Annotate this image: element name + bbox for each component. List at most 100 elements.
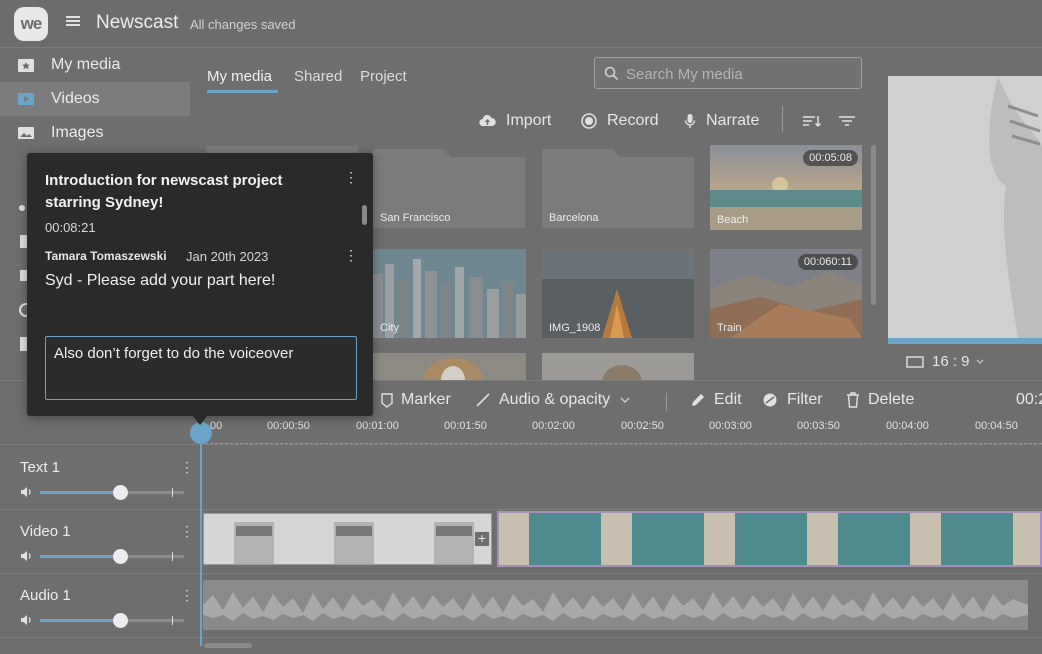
volume-icon [21,487,31,497]
volume-slider[interactable] [40,613,184,628]
cloud-upload-icon [479,115,496,127]
volume-slider[interactable] [40,549,184,564]
track-menu-icon[interactable]: ⋮ [180,588,194,602]
audio-clip[interactable] [203,580,1028,630]
media-item-label: Train [717,322,742,334]
reply-input[interactable]: Also don’t forget to do the voiceover [45,336,357,400]
audio-track-lane[interactable] [200,574,1042,638]
ruler-tick: 00:00:50 [267,420,310,432]
volume-knob[interactable] [113,613,129,628]
track-menu-icon[interactable]: ⋮ [180,524,194,538]
image-icon [18,127,34,139]
text-track-lane[interactable] [200,446,1042,510]
track-name: Video 1 [20,523,71,540]
duration-badge: 00:060:11 [797,254,858,270]
media-scrollbar[interactable] [871,145,876,305]
edit-button[interactable]: Edit [690,391,742,409]
search-input[interactable]: Search My media [594,57,862,89]
timeline-ruler[interactable]: 00 00:00:50 00:01:00 00:01:50 00:02:00 0… [200,420,1042,444]
delete-label: Delete [868,391,915,408]
record-button[interactable]: Record [581,110,659,132]
playhead-handle[interactable] [190,422,212,444]
ruler-tick: 00:04:50 [975,420,1018,432]
volume-control[interactable] [20,549,184,564]
audio-opacity-button[interactable]: Audio & opacity [475,391,638,409]
filter-list-button[interactable] [838,110,866,132]
sidebar-item-videos[interactable]: Videos [0,82,190,116]
media-item-img-1908[interactable]: IMG_1908 [542,249,694,338]
comment-text: Syd - Please add your part here! [45,272,276,289]
popup-scrollbar[interactable] [362,205,367,225]
project-title[interactable]: Newscast [96,12,178,34]
marker-button[interactable]: Marker [381,391,451,409]
track-menu-icon[interactable]: ⋮ [180,460,194,474]
tab-shared[interactable]: Shared [294,68,342,85]
filter-icon [763,393,777,407]
track-header-video: Video 1 ⋮ [0,510,200,574]
microphone-icon [684,113,696,128]
add-transition-button[interactable]: + [474,531,490,547]
volume-control[interactable] [20,613,184,628]
filter-button[interactable]: Filter [762,391,823,409]
volume-knob[interactable] [113,485,129,500]
import-label: Import [506,112,552,129]
sidebar-item-my-media[interactable]: My media [0,48,190,82]
media-item-beach[interactable]: 00:05:08 Beach [710,145,862,230]
record-label: Record [607,112,659,129]
import-button[interactable]: Import [479,110,551,132]
volume-knob[interactable] [113,549,129,564]
media-item-city[interactable]: City [373,249,526,338]
media-folder-san-francisco[interactable]: San Francisco [373,145,525,228]
tab-my-media[interactable]: My media [207,68,272,85]
aspect-ratio-value: 16 : 9 [932,353,970,370]
volume-control[interactable] [20,485,184,500]
hamburger-icon[interactable] [66,14,86,32]
sidebar-item-label: My media [51,56,121,73]
media-item-portrait[interactable] [542,353,694,380]
ruler-tick: 00:04:00 [886,420,929,432]
tab-project[interactable]: Project [360,68,407,85]
delete-button[interactable]: Delete [846,391,914,409]
timeline-time-display: 00:2 [1016,391,1042,408]
sort-button[interactable] [802,110,832,132]
comment-date: Jan 20th 2023 [186,249,269,264]
thread-menu-icon[interactable]: ⋮ [344,169,358,186]
comment-menu-icon[interactable]: ⋮ [344,247,358,264]
save-status: All changes saved [190,17,296,32]
divider [0,444,1042,445]
preview-progress[interactable] [888,338,1042,344]
narrate-label: Narrate [706,112,760,129]
edit-label: Edit [714,391,742,408]
chevron-down-icon [620,397,630,403]
comment-popup: Introduction for newscast project starri… [27,153,373,416]
volume-icon [21,615,31,625]
media-item-dog[interactable] [373,353,526,380]
toolbar-divider [782,106,783,132]
playhead-line[interactable] [200,424,202,646]
video-track-lane[interactable]: + [200,510,1042,574]
trash-icon [847,392,859,408]
search-placeholder: Search My media [626,66,743,83]
aspect-ratio-selector[interactable]: 16 : 9 [906,353,984,370]
marker-icon [381,392,393,408]
video-clip-intro[interactable] [203,513,492,565]
narrate-button[interactable]: Narrate [684,110,759,132]
track-name: Audio 1 [20,587,71,604]
media-item-train[interactable]: 00:060:11 Train [710,249,862,338]
comment-thread-timestamp[interactable]: 00:08:21 [45,220,96,235]
video-clip-beach[interactable] [497,511,1042,567]
volume-slider[interactable] [40,485,184,500]
marker-label: Marker [401,391,451,408]
volume-fill [40,491,121,494]
sidebar-item-images[interactable]: Images [0,116,190,150]
sidebar-item-label: Images [51,124,104,141]
volume-icon [21,551,31,561]
popup-pointer [192,415,208,425]
clip-filmstrip [204,514,491,564]
app-logo[interactable]: we [14,7,48,41]
ruler-tick: 00:01:50 [444,420,487,432]
media-folder-barcelona[interactable]: Barcelona [542,145,694,228]
preview-player[interactable] [888,76,1042,338]
search-icon [604,66,619,81]
timeline-scrollbar[interactable] [204,643,252,648]
